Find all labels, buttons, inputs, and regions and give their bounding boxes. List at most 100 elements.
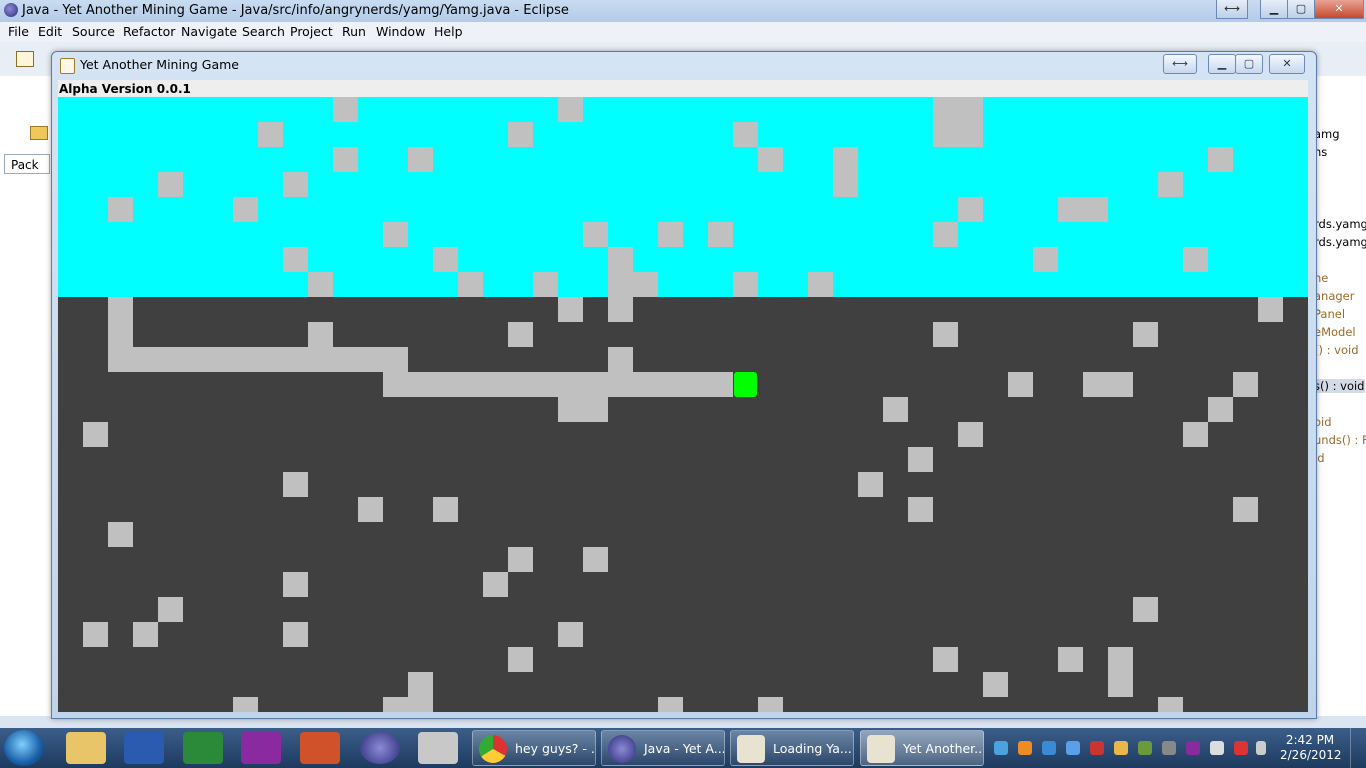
package-explorer-tab[interactable]: Pack [4, 154, 50, 174]
menu-search[interactable]: Search [242, 24, 285, 39]
rock-tile [1158, 172, 1183, 197]
new-icon[interactable] [16, 51, 34, 67]
tray-app-icon[interactable] [1138, 741, 1152, 755]
explorer-icon[interactable] [66, 732, 106, 764]
rock-tile [958, 122, 983, 147]
rock-tile [983, 672, 1008, 697]
maximize-button[interactable]: ▢ [1287, 0, 1315, 19]
menu-refactor[interactable]: Refactor [123, 24, 175, 39]
rock-tile [908, 447, 933, 472]
rock-tile [1133, 597, 1158, 622]
rock-tile [658, 697, 683, 712]
rock-tile [733, 272, 758, 297]
outline-item[interactable]: eModel [1314, 325, 1356, 339]
outline-item[interactable]: unds() : F [1314, 433, 1366, 447]
taskbar-task-loading[interactable]: Loading Ya... [730, 730, 854, 766]
rock-tile [1233, 372, 1258, 397]
excel-icon[interactable] [183, 732, 223, 764]
start-button[interactable] [4, 730, 44, 766]
menu-help[interactable]: Help [434, 24, 463, 39]
rock-tile [383, 372, 408, 397]
volume-muted-icon[interactable] [1234, 741, 1248, 755]
rock-tile [333, 97, 358, 122]
rock-tile [558, 372, 583, 397]
resize-icon[interactable]: ⟷ [1216, 0, 1248, 19]
rock-tile [1033, 247, 1058, 272]
rock-tile [233, 697, 258, 712]
rock-tile [283, 247, 308, 272]
calculator-icon[interactable] [418, 732, 458, 764]
menu-file[interactable]: File [8, 24, 29, 39]
outline-item[interactable]: s() : void [1314, 379, 1365, 393]
display-icon[interactable] [1162, 741, 1176, 755]
rock-tile [233, 197, 258, 222]
outline-item[interactable]: rds.yamg [1314, 235, 1366, 249]
eclipse-title-bar: Java - Yet Another Mining Game - Java/sr… [0, 0, 1366, 22]
tray-app-icon[interactable] [1210, 741, 1224, 755]
rock-tile [1258, 297, 1283, 322]
resize-icon[interactable]: ⟷ [1163, 54, 1197, 74]
rock-tile [358, 497, 383, 522]
rock-tile [83, 422, 108, 447]
powerpoint-icon[interactable] [300, 732, 340, 764]
folder-icon[interactable] [30, 126, 48, 140]
menu-run[interactable]: Run [342, 24, 366, 39]
taskbar-task-chrome[interactable]: hey guys? - ... [472, 730, 596, 766]
eclipse-taskbar-icon[interactable] [360, 732, 400, 764]
rock-tile [408, 147, 433, 172]
menu-source[interactable]: Source [72, 24, 115, 39]
outline-item[interactable]: amg [1314, 127, 1340, 141]
chrome-icon [479, 735, 507, 763]
signal-icon[interactable] [1256, 741, 1266, 755]
rock-tile [433, 372, 458, 397]
rock-tile [283, 172, 308, 197]
onenote-tray-icon[interactable] [1186, 741, 1200, 755]
rock-tile [308, 272, 333, 297]
rock-tile [1108, 372, 1133, 397]
rock-tile [933, 647, 958, 672]
minimize-button[interactable]: ▁ [1260, 0, 1288, 19]
game-canvas[interactable] [58, 97, 1308, 712]
rock-tile [383, 347, 408, 372]
onenote-icon[interactable] [241, 732, 281, 764]
menu-edit[interactable]: Edit [38, 24, 62, 39]
rock-tile [283, 472, 308, 497]
network-icon[interactable] [994, 741, 1008, 755]
menu-navigate[interactable]: Navigate [181, 24, 237, 39]
rock-tile [933, 322, 958, 347]
game-close-button[interactable]: ✕ [1269, 54, 1305, 74]
game-maximize-button[interactable]: ▢ [1235, 54, 1263, 74]
clock[interactable]: 2:42 PM 2/26/2012 [1280, 733, 1342, 763]
rock-tile [608, 297, 633, 322]
tray-app-icon[interactable] [1018, 741, 1032, 755]
tray-app-icon[interactable] [1042, 741, 1056, 755]
version-label: Alpha Version 0.0.1 [59, 82, 191, 96]
close-button[interactable]: ✕ [1314, 0, 1364, 19]
rock-tile [308, 347, 333, 372]
game-minimize-button[interactable]: ▁ [1208, 54, 1236, 74]
rock-tile [683, 372, 708, 397]
rock-tile [383, 222, 408, 247]
rock-tile [933, 222, 958, 247]
menu-project[interactable]: Project [290, 24, 333, 39]
dropbox-icon[interactable] [1066, 741, 1080, 755]
taskbar-task-eclipse[interactable]: Java - Yet A... [601, 730, 725, 766]
rock-tile [1133, 322, 1158, 347]
action-center-icon[interactable] [1090, 741, 1104, 755]
eclipse-icon [4, 3, 18, 17]
rock-tile [958, 422, 983, 447]
taskbar-task-game[interactable]: Yet Another... [860, 730, 984, 766]
outline-item[interactable]: Panel [1314, 307, 1345, 321]
menu-window[interactable]: Window [376, 24, 425, 39]
outline-item[interactable]: anager [1314, 289, 1355, 303]
show-desktop-button[interactable] [1350, 728, 1366, 768]
rock-tile [608, 247, 633, 272]
outline-item[interactable]: rds.yamg [1314, 217, 1366, 231]
outline-item[interactable]: () : void [1314, 343, 1359, 357]
rock-tile [633, 272, 658, 297]
rock-tile [508, 322, 533, 347]
rock-tile [158, 172, 183, 197]
tray-app-icon[interactable] [1114, 741, 1128, 755]
word-icon[interactable] [124, 732, 164, 764]
rock-tile [658, 222, 683, 247]
